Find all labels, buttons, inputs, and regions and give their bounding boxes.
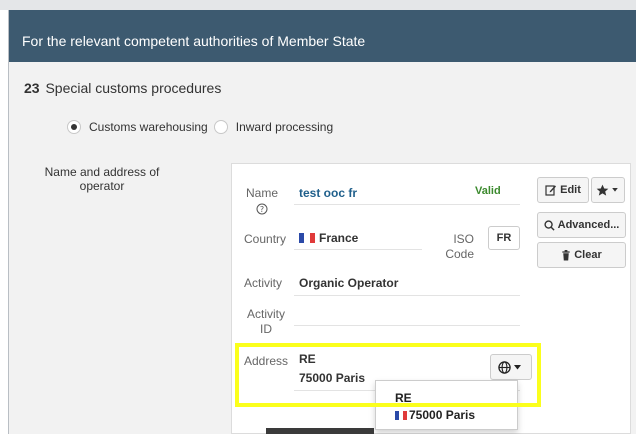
operator-name-link[interactable]: test ooc fr	[299, 186, 357, 201]
clear-button[interactable]: Clear	[537, 242, 626, 268]
section-title: 23 Special customs procedures	[24, 80, 221, 96]
bottom-dark-bar	[266, 428, 374, 434]
country-value-text: France	[319, 231, 359, 245]
caret-down-icon	[611, 188, 618, 192]
favorite-dropdown-button[interactable]	[591, 177, 625, 203]
name-label-text: Name	[245, 186, 278, 200]
france-flag-icon	[299, 233, 315, 243]
dropdown-item-re[interactable]: RE	[395, 391, 412, 405]
address-line-1: RE	[299, 352, 316, 366]
advanced-button-label: Advanced...	[557, 219, 620, 231]
advanced-search-button[interactable]: Advanced...	[537, 212, 626, 238]
search-icon	[544, 219, 555, 231]
france-flag-icon	[395, 411, 407, 420]
radio-label-customs-warehousing[interactable]: Customs warehousing	[89, 120, 208, 134]
edit-button-label: Edit	[560, 184, 581, 196]
iso-code-value: FR	[488, 226, 520, 250]
country-value: France	[299, 231, 358, 246]
dropdown-item-fr[interactable]: 75000 Paris	[395, 408, 475, 422]
star-icon	[596, 184, 608, 196]
radio-customs-warehousing[interactable]	[67, 120, 81, 134]
address-language-dropdown-menu: RE 75000 Paris	[375, 380, 518, 430]
authority-header-title: For the relevant competent authorities o…	[22, 33, 366, 49]
edit-icon	[545, 185, 557, 196]
dropdown-item-fr-text: 75000 Paris	[409, 408, 476, 422]
name-valid-status: Valid	[475, 185, 501, 197]
address-line-2: 75000 Paris	[299, 371, 366, 385]
clear-button-label: Clear	[574, 249, 602, 261]
address-language-dropdown-button[interactable]	[490, 354, 532, 380]
section-title-text: Special customs procedures	[45, 80, 222, 96]
radio-label-inward-processing[interactable]: Inward processing	[236, 120, 333, 134]
activity-id-underline	[294, 325, 520, 326]
section-number: 23	[24, 80, 40, 96]
procedure-radio-group: Customs warehousing Inward processing	[67, 120, 333, 134]
caret-down-icon	[514, 364, 521, 369]
radio-inward-processing[interactable]	[213, 120, 228, 134]
window-top-strip	[0, 0, 636, 10]
trash-icon	[562, 249, 570, 261]
iso-code-label: ISO Code	[445, 232, 474, 261]
authority-header: For the relevant competent authorities o…	[9, 10, 636, 62]
activity-label: Activity	[244, 276, 283, 290]
address-label: Address	[244, 354, 289, 368]
globe-icon	[498, 360, 511, 374]
activity-value: Organic Operator	[299, 276, 399, 290]
help-icon[interactable]: ?	[244, 203, 280, 219]
name-underline	[294, 204, 520, 205]
edit-button[interactable]: Edit	[537, 177, 589, 203]
operator-field-label: Name and address of operator	[44, 165, 160, 193]
activity-id-label: Activity ID	[246, 307, 285, 336]
svg-text:?: ?	[260, 205, 264, 214]
country-label: Country	[244, 232, 287, 246]
country-underline	[294, 249, 422, 250]
name-label: Name ?	[244, 186, 280, 219]
activity-underline	[294, 295, 520, 296]
